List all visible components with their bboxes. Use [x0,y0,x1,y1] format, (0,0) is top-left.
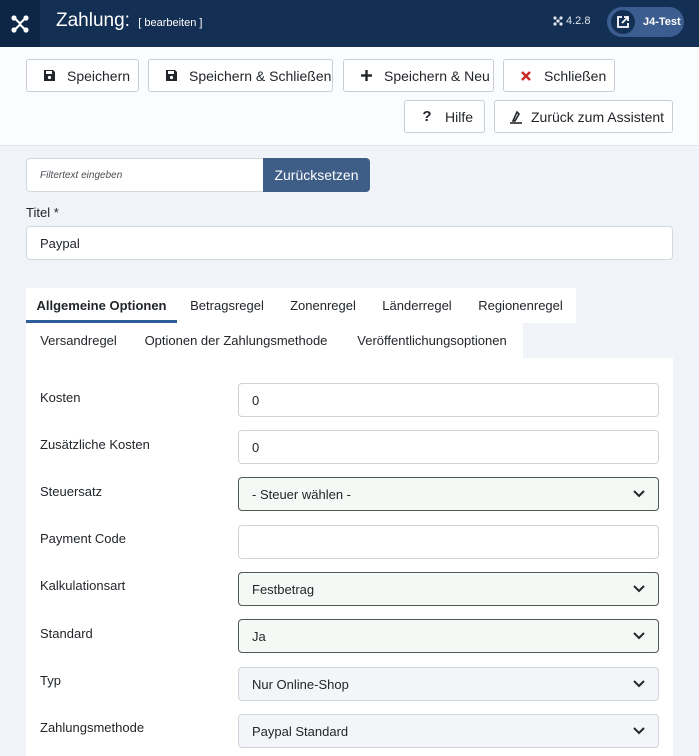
payment-method-value: Paypal Standard [252,723,349,739]
tab-label: Optionen der Zahlungsmethode [144,333,328,348]
top-header: Zahlung: [ bearbeiten ] 4.2.8 J4-Test [0,0,699,47]
tab-payment-method-options[interactable]: Optionen der Zahlungsmethode [131,323,341,358]
tab-label: Regionenregel [478,298,563,313]
default-label: Standard [40,626,93,641]
tab-general-options[interactable]: Allgemeine Optionen [26,288,177,323]
save-new-label: Speichern & Neu [384,67,490,84]
version-info: 4.2.8 [553,15,590,27]
chevron-down-icon [620,715,658,747]
tab-zone-rule[interactable]: Zonenregel [277,288,369,323]
additional-cost-input[interactable]: 0 [238,430,659,464]
calculation-type-select[interactable]: Festbetrag [238,572,659,606]
version-number: 4.2.8 [566,15,591,27]
reset-label: Zurücksetzen [274,167,359,183]
page-title-text: Zahlung: [56,10,130,31]
tab-label: Länderregel [382,298,452,313]
default-select[interactable]: Ja [238,619,659,653]
plus-icon [359,69,373,83]
type-label: Typ [40,673,61,688]
tax-rate-select[interactable]: - Steuer wählen - [238,477,659,511]
calculation-type-label: Kalkulationsart [40,578,126,593]
additional-cost-value: 0 [252,439,260,455]
back-to-wizard-button[interactable]: Zurück zum Assistent [494,100,673,133]
floppy-disk-icon [42,69,56,83]
calculation-type-value: Festbetrag [252,581,315,597]
additional-cost-label: Zusätzliche Kosten [40,437,150,452]
save-button[interactable]: Speichern [26,59,139,92]
tab-label: Betragsregel [190,298,264,313]
cost-input[interactable]: 0 [238,383,659,417]
title-value: Paypal [40,235,80,251]
close-icon [519,69,533,83]
tax-rate-label: Steuersatz [40,484,103,499]
filter-placeholder: Filtertext eingeben [40,169,123,181]
save-close-button[interactable]: Speichern & Schließen [148,59,333,92]
tab-label: Veröffentlichungsoptionen [357,333,507,348]
tab-label: Zonenregel [290,298,356,313]
tab-label: Versandregel [40,333,117,348]
tab-amount-rule[interactable]: Betragsregel [177,288,277,323]
chevron-down-icon [620,573,658,605]
question-icon: ? [422,108,432,125]
page-title-subtitle: [ bearbeiten ] [138,17,203,29]
tab-publishing-options[interactable]: Veröffentlichungsoptionen [341,323,523,358]
site-name: J4-Test [643,16,681,28]
tab-shipping-rule[interactable]: Versandregel [26,323,131,358]
payment-method-select[interactable]: Paypal Standard [238,714,659,748]
chevron-down-icon [620,478,658,510]
joomla-logo[interactable] [0,0,40,47]
filter-input[interactable]: Filtertext eingeben [26,158,264,192]
tab-label: Allgemeine Optionen [36,298,167,313]
help-button[interactable]: ? Hilfe [404,100,485,133]
tab-country-rule[interactable]: Länderregel [369,288,465,323]
type-select[interactable]: Nur Online-Shop [238,667,659,701]
save-close-label: Speichern & Schließen [189,67,332,84]
close-label: Schließen [544,67,607,84]
save-label: Speichern [67,67,131,84]
default-value: Ja [252,628,266,644]
type-value: Nur Online-Shop [252,676,349,692]
help-label: Hilfe [445,108,474,125]
toolbar: Speichern Speichern & Schließen Speicher… [0,47,699,146]
joomla-small-icon [553,16,563,26]
reset-button[interactable]: Zurücksetzen [263,158,370,192]
close-button[interactable]: Schließen [503,59,615,92]
floppy-disk-icon [164,69,178,83]
tax-rate-value: - Steuer wählen - [252,486,351,502]
chevron-down-icon [620,620,658,652]
payment-method-label: Zahlungsmethode [40,720,145,735]
page-title: Zahlung: [ bearbeiten ] [56,10,202,32]
external-link-icon [611,10,635,34]
title-input[interactable]: Paypal [26,226,673,260]
title-label: Titel * [26,205,59,220]
payment-code-label: Payment Code [40,531,126,546]
save-new-button[interactable]: Speichern & Neu [343,59,494,92]
wizard-icon [509,110,523,124]
cost-label: Kosten [40,390,81,405]
site-link-button[interactable]: J4-Test [607,7,684,37]
back-to-wizard-label: Zurück zum Assistent [531,108,665,125]
cost-value: 0 [252,392,260,408]
tab-region-rule[interactable]: Regionenregel [465,288,576,323]
joomla-logo-icon [11,14,29,33]
chevron-down-icon [620,668,658,700]
payment-code-input[interactable] [238,525,659,559]
